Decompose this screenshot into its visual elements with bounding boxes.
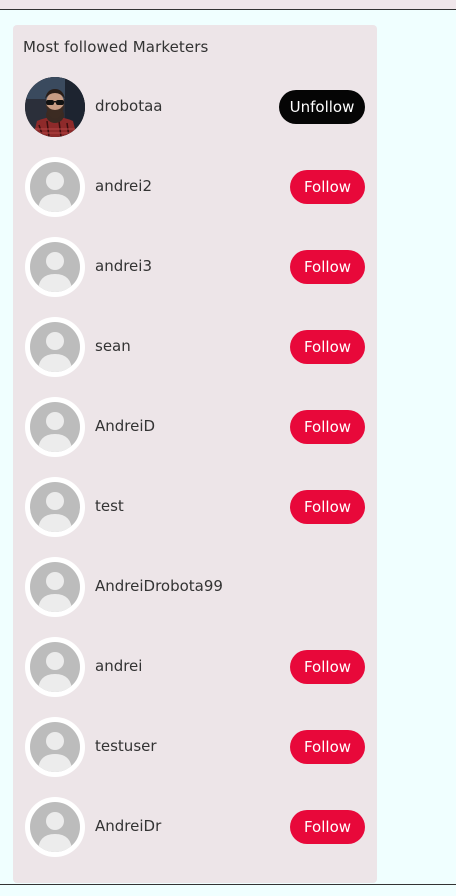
user-row: sean Follow — [25, 317, 365, 377]
username[interactable]: AndreiDrobota99 — [95, 577, 223, 595]
bottom-divider — [0, 884, 456, 885]
panel-title: Most followed Marketers — [23, 38, 209, 56]
user-row: testuser Follow — [25, 717, 365, 777]
default-avatar-icon[interactable] — [25, 317, 85, 377]
user-row: test Follow — [25, 477, 365, 537]
default-avatar-icon[interactable] — [25, 557, 85, 617]
default-avatar-icon[interactable] — [25, 397, 85, 457]
user-avatar[interactable] — [25, 77, 85, 137]
username[interactable]: andrei3 — [95, 257, 152, 275]
user-row: AndreiDrobota99 — [25, 557, 365, 617]
default-avatar-icon[interactable] — [25, 477, 85, 537]
follow-button[interactable]: Follow — [290, 330, 365, 364]
username[interactable]: andrei — [95, 657, 142, 675]
username[interactable]: drobotaa — [95, 97, 163, 115]
default-avatar-icon[interactable] — [25, 637, 85, 697]
user-row: andrei Follow — [25, 637, 365, 697]
follow-button[interactable]: Follow — [290, 650, 365, 684]
username[interactable]: testuser — [95, 737, 157, 755]
follow-button[interactable]: Follow — [290, 810, 365, 844]
user-row: AndreiDr Follow — [25, 797, 365, 857]
follow-button[interactable]: Follow — [290, 730, 365, 764]
user-row: andrei2 Follow — [25, 157, 365, 217]
default-avatar-icon[interactable] — [25, 237, 85, 297]
follow-button[interactable]: Follow — [290, 490, 365, 524]
default-avatar-icon[interactable] — [25, 717, 85, 777]
default-avatar-icon[interactable] — [25, 797, 85, 857]
top-bar — [0, 0, 456, 10]
user-row: andrei3 Follow — [25, 237, 365, 297]
follow-button[interactable]: Follow — [290, 250, 365, 284]
user-row: drobotaa Unfollow — [25, 77, 365, 137]
username[interactable]: test — [95, 497, 124, 515]
user-row: AndreiD Follow — [25, 397, 365, 457]
username[interactable]: AndreiD — [95, 417, 155, 435]
username[interactable]: AndreiDr — [95, 817, 161, 835]
username[interactable]: andrei2 — [95, 177, 152, 195]
follow-button[interactable]: Follow — [290, 410, 365, 444]
follow-button[interactable]: Follow — [290, 170, 365, 204]
unfollow-button[interactable]: Unfollow — [279, 90, 365, 124]
default-avatar-icon[interactable] — [25, 157, 85, 217]
most-followed-panel: Most followed Marketers drobotaa Unfollo… — [13, 25, 377, 883]
username[interactable]: sean — [95, 337, 131, 355]
